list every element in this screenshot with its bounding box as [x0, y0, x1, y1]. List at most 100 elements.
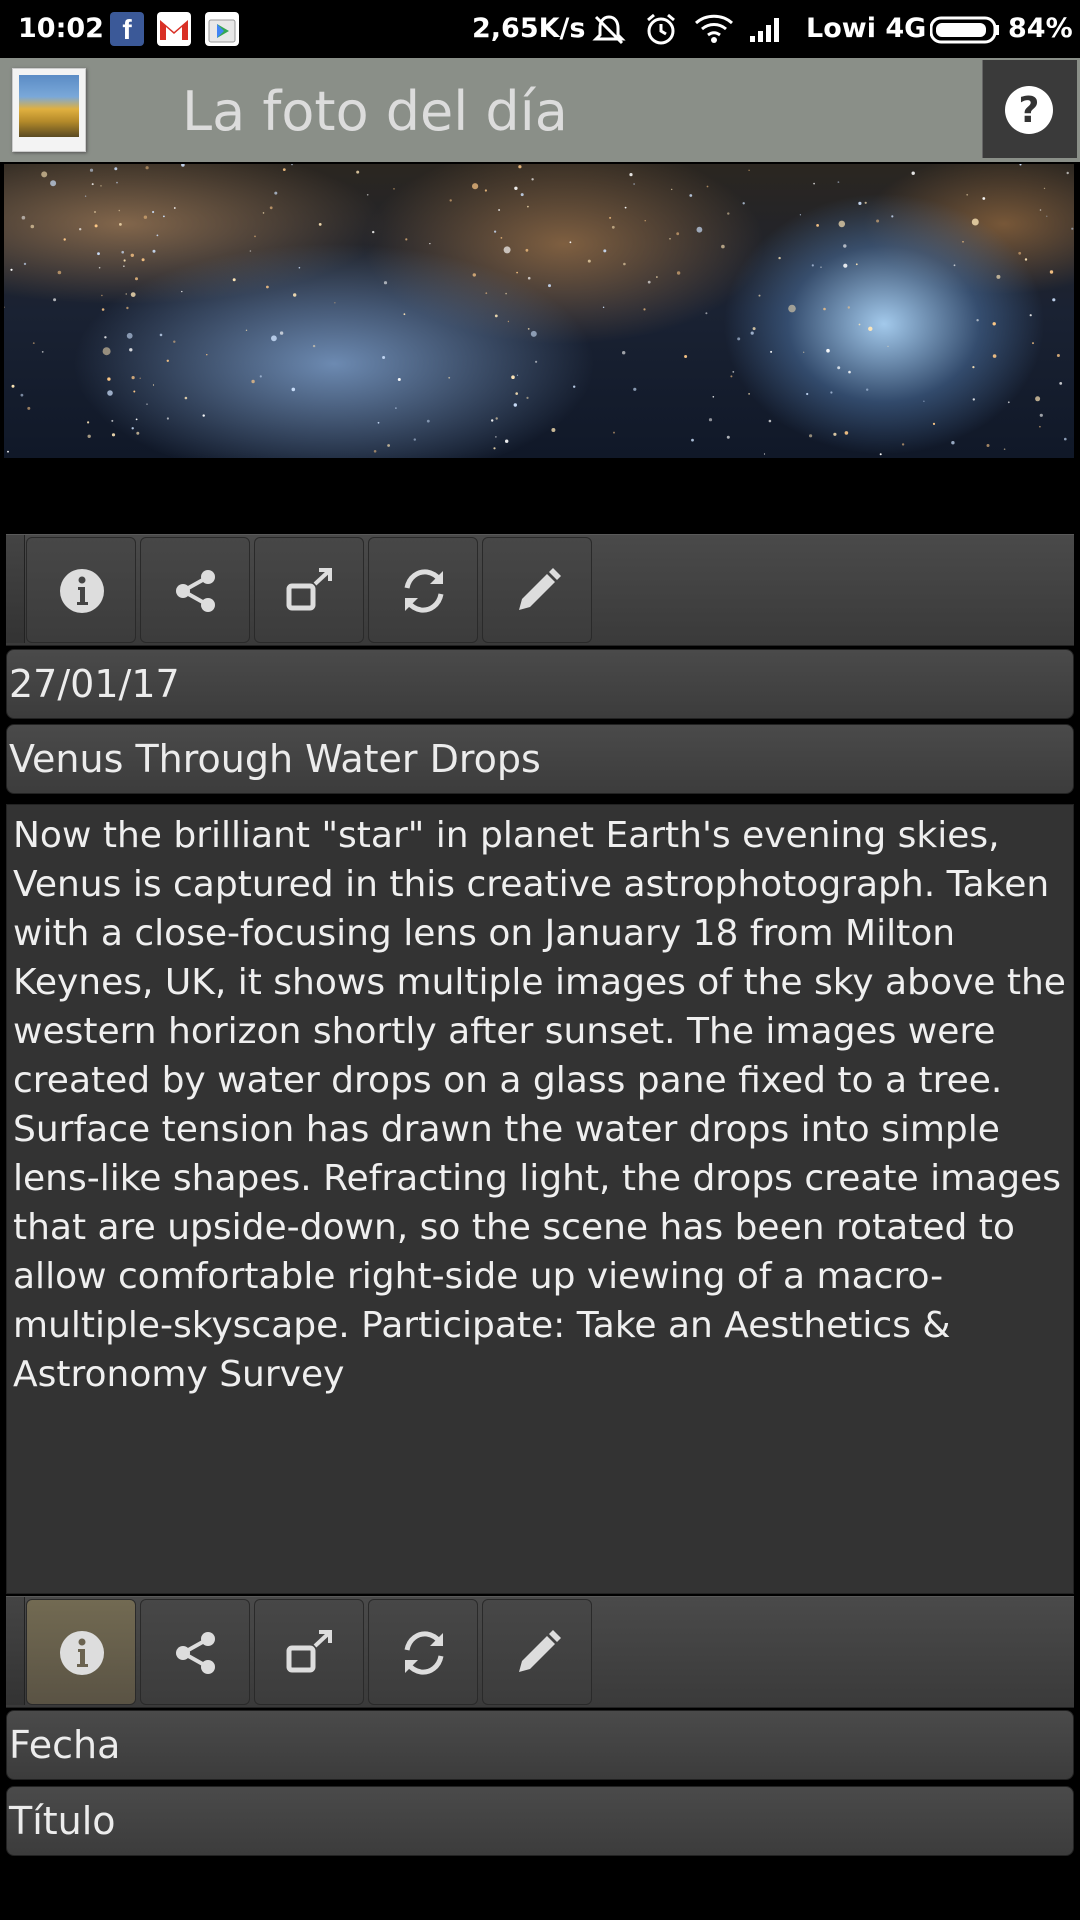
- star: [57, 270, 62, 275]
- star: [837, 366, 841, 370]
- star: [1007, 401, 1010, 404]
- star: [505, 439, 509, 443]
- star: [1035, 396, 1041, 402]
- star: [1029, 314, 1032, 317]
- star: [11, 384, 15, 388]
- app-bar: La foto del día: [0, 58, 1080, 162]
- star: [1039, 209, 1042, 211]
- star: [101, 294, 103, 297]
- star: [644, 220, 646, 222]
- star: [603, 249, 607, 253]
- share-button[interactable]: [140, 1599, 250, 1705]
- star: [91, 183, 94, 186]
- star: [131, 427, 134, 430]
- star: [1059, 382, 1063, 385]
- star: [671, 188, 673, 191]
- star: [656, 276, 658, 278]
- info-icon: [60, 569, 104, 613]
- star: [752, 327, 756, 331]
- star: [104, 336, 107, 339]
- star: [152, 210, 155, 214]
- star: [373, 450, 377, 453]
- star: [291, 164, 293, 166]
- refresh-button[interactable]: [368, 537, 478, 643]
- star: [173, 207, 176, 209]
- open-external-icon: [286, 1630, 332, 1673]
- help-button[interactable]: ?: [982, 60, 1077, 158]
- star: [100, 185, 102, 187]
- star: [712, 396, 715, 398]
- star: [953, 264, 956, 267]
- star: [269, 206, 273, 210]
- star: [706, 185, 709, 188]
- star: [726, 435, 730, 439]
- star: [397, 378, 401, 381]
- star: [864, 201, 867, 204]
- star: [116, 181, 118, 184]
- star: [498, 209, 501, 211]
- star: [833, 432, 837, 436]
- star: [141, 258, 145, 262]
- star: [737, 337, 741, 341]
- star: [971, 218, 979, 226]
- share-button[interactable]: [140, 537, 250, 643]
- photo-of-the-day-image[interactable]: [4, 164, 1074, 458]
- star: [413, 438, 416, 441]
- star: [366, 194, 369, 196]
- star: [166, 359, 169, 362]
- battery-percent: 84%: [1008, 13, 1073, 44]
- share-icon: [176, 1632, 215, 1674]
- star: [972, 398, 975, 401]
- mute-icon: [592, 14, 626, 53]
- star: [30, 224, 35, 229]
- info-button-active[interactable]: [26, 1599, 136, 1705]
- open-external-icon: [286, 568, 332, 611]
- star: [53, 298, 57, 302]
- edit-button[interactable]: [482, 537, 592, 643]
- help-icon: ?: [1005, 86, 1053, 134]
- star: [643, 308, 646, 311]
- star: [1024, 258, 1028, 261]
- star: [251, 379, 255, 384]
- star: [129, 348, 133, 352]
- star: [126, 332, 133, 339]
- alarm-icon: [644, 12, 678, 53]
- starfield: [4, 164, 1074, 456]
- star: [1056, 354, 1060, 357]
- star: [511, 375, 515, 379]
- refresh-button[interactable]: [368, 1599, 478, 1705]
- star: [139, 377, 141, 379]
- carrier-label: Lowi 4G: [806, 13, 927, 44]
- photo-title: Venus Through Water Drops: [6, 724, 1074, 794]
- info-button[interactable]: [26, 537, 136, 643]
- star: [1032, 342, 1034, 345]
- star: [63, 238, 66, 241]
- star: [996, 274, 1001, 279]
- star: [992, 354, 997, 358]
- star: [98, 266, 101, 269]
- star: [495, 417, 498, 420]
- star: [527, 205, 529, 208]
- star: [146, 403, 148, 405]
- star: [820, 266, 822, 268]
- star: [163, 215, 165, 218]
- status-time: 10:02: [18, 13, 104, 44]
- star: [184, 396, 188, 400]
- star: [372, 230, 375, 234]
- star: [730, 375, 733, 378]
- star: [551, 428, 556, 432]
- star: [1052, 298, 1056, 302]
- star: [748, 169, 750, 171]
- star: [813, 182, 815, 185]
- star: [41, 171, 48, 178]
- star: [266, 285, 269, 289]
- star: [274, 191, 278, 195]
- star: [393, 188, 395, 190]
- star: [624, 206, 627, 209]
- star: [118, 209, 121, 212]
- open-external-button[interactable]: [254, 537, 364, 643]
- edit-button[interactable]: [482, 1599, 592, 1705]
- open-external-button[interactable]: [254, 1599, 364, 1705]
- star: [20, 393, 24, 397]
- star: [515, 392, 518, 395]
